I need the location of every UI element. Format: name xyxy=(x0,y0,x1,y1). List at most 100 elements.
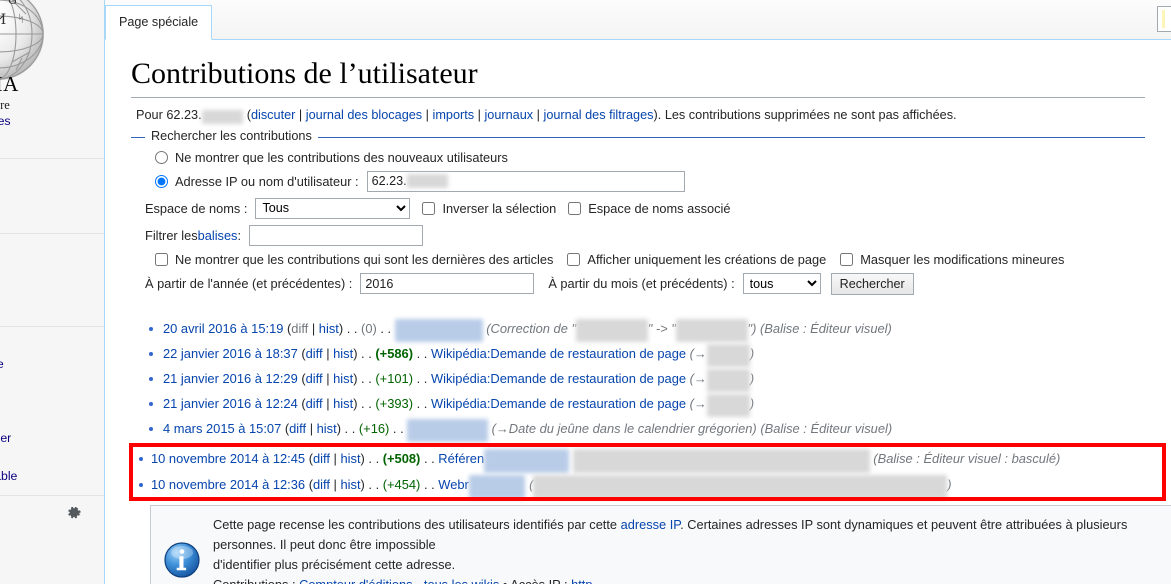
link-adresse-ip[interactable]: adresse IP xyxy=(621,517,681,532)
contribution-hist[interactable]: hist xyxy=(333,346,353,361)
label-ip-or-username: Adresse IP ou nom d'utilisateur : xyxy=(175,173,359,189)
info-line-1: Cette page recense les contributions des… xyxy=(213,515,1171,555)
sidebar-item-contributions-de[interactable]: butions de xyxy=(0,355,104,374)
contribution-title[interactable]: Wikipédia:Demande de restauration de pag… xyxy=(431,371,686,386)
contribution-comment-suffix: ") xyxy=(747,320,757,336)
contribution-size: (+508) xyxy=(382,451,421,466)
sidebar-item-contribuer[interactable]: er xyxy=(0,168,104,187)
contribution-size: (+586) xyxy=(375,345,414,361)
search-submit-button[interactable]: Rechercher xyxy=(830,272,914,295)
checkbox-only-page-creations[interactable] xyxy=(567,252,581,266)
label-tags-prefix: Filtrer les xyxy=(145,227,198,243)
contribution-section-redacted: Section xyxy=(706,393,750,417)
contribution-date[interactable]: 4 mars 2015 à 15:07 xyxy=(163,421,281,436)
link-discuter[interactable]: discuter xyxy=(251,108,295,122)
search-input[interactable] xyxy=(1157,6,1171,32)
label-namespace: Espace de noms : xyxy=(145,200,248,216)
sidebar-item-pages-speciales[interactable]: spéciales xyxy=(0,448,104,467)
contribution-diff[interactable]: diff xyxy=(306,346,323,361)
row-new-users: Ne montrer que les contributions des nou… xyxy=(145,150,1145,165)
contribution-hist[interactable]: hist xyxy=(333,371,353,386)
contribution-hist[interactable]: hist xyxy=(333,396,353,411)
link-balises[interactable]: balises xyxy=(198,228,238,243)
link-journal-des-filtrages[interactable]: journal des filtrages xyxy=(544,108,654,122)
contribution-comment-mid: " -> " xyxy=(647,320,676,336)
svg-text:G: G xyxy=(8,0,17,7)
sidebar-item-utilisateur[interactable]: ateur xyxy=(0,374,104,393)
sidebar-item-portails-thematiques[interactable]: hématiques xyxy=(0,112,104,131)
user-subline: Pour 62.23.xxx.xxx (discuter | journal d… xyxy=(136,107,957,124)
contribution-size: (+16) xyxy=(358,420,390,436)
contribution-diff[interactable]: diff xyxy=(306,371,323,386)
tab-page-speciale[interactable]: Page spéciale xyxy=(105,5,213,40)
sidebar-item-recentes[interactable]: es xyxy=(0,280,104,299)
row-namespace: Espace de noms : Tous Inverser la sélect… xyxy=(145,197,1145,219)
title-divider xyxy=(131,96,1145,98)
contribution-hist[interactable]: hist xyxy=(340,477,360,492)
radio-new-users[interactable] xyxy=(155,150,168,164)
contribution-diff[interactable]: diff xyxy=(306,396,323,411)
contribution-size: (+393) xyxy=(375,395,414,411)
checkbox-associated-namespace[interactable] xyxy=(568,201,582,215)
link-imports[interactable]: imports xyxy=(433,108,475,122)
contribution-date[interactable]: 21 janvier 2016 à 12:24 xyxy=(163,396,298,411)
contribution-diff[interactable]: diff xyxy=(289,421,306,436)
contribution-title[interactable]: Wikipédia:Demande de restauration de pag… xyxy=(431,396,686,411)
sidebar-group-communaute: unauté cations es un don xyxy=(0,232,104,318)
label-tags-suffix: : xyxy=(237,227,242,243)
contribution-diff[interactable]: diff xyxy=(313,451,330,466)
sidebar-item-journaux[interactable]: aux xyxy=(0,392,104,411)
wikipedia-globe-icon: W G И א ʔ ᛋ ∞ xyxy=(0,0,44,80)
contribution-hist[interactable]: hist xyxy=(317,421,337,436)
year-input[interactable] xyxy=(360,273,535,294)
sidebar-item-modifications[interactable]: cations xyxy=(0,262,104,281)
contribution-date[interactable]: 10 novembre 2014 à 12:36 xyxy=(151,477,305,492)
search-contributions-form: Rechercher les contributions Ne montrer … xyxy=(131,128,1145,303)
contribution-title-redacted: cement naturel xyxy=(484,449,570,473)
contribution-title[interactable]: Webr xyxy=(438,477,469,492)
link-journaux[interactable]: journaux xyxy=(484,108,533,122)
link-compteur-editions[interactable]: Compteur d'éditions xyxy=(299,577,412,584)
checkbox-only-latest[interactable] xyxy=(155,252,168,266)
sidebar-item-operations[interactable]: rations xyxy=(0,411,104,430)
radio-ip-or-username[interactable] xyxy=(155,174,168,188)
checkbox-hide-minor[interactable] xyxy=(840,252,854,266)
month-select[interactable]: tous xyxy=(742,273,821,294)
info-line-2: d'identifier plus précisément cette adre… xyxy=(213,557,456,572)
wikipedia-special-contributions-page: W G И א ʔ ᛋ ∞ IPÉDIA lopédie libre hémat… xyxy=(0,0,1171,584)
sidebar-logo[interactable]: W G И א ʔ ᛋ ∞ IPÉDIA lopédie libre xyxy=(0,0,104,112)
sidebar-item-communaute[interactable]: unauté xyxy=(0,243,104,262)
contribution-hist[interactable]: hist xyxy=(319,321,339,336)
contribution-tag: (Balise : Éditeur visuel) xyxy=(760,420,893,436)
highlighted-contribution-row: 10 novembre 2014 à 12:36 (diff | hist) .… xyxy=(138,473,1060,499)
contribution-diff[interactable]: diff xyxy=(313,477,330,492)
contribution-title[interactable]: Wikipédia:Demande de restauration de pag… xyxy=(431,346,686,361)
contribution-date[interactable]: 20 avril 2016 à 15:19 xyxy=(163,321,283,336)
contribution-date[interactable]: 22 janvier 2016 à 18:37 xyxy=(163,346,298,361)
tags-filter-input[interactable] xyxy=(249,224,424,246)
sidebar-item-wikipedia[interactable]: édia xyxy=(0,205,104,224)
link-journal-des-blocages[interactable]: journal des blocages xyxy=(306,108,422,122)
gear-icon[interactable] xyxy=(67,506,82,521)
sidebar-item-aider-sur[interactable]: er sur xyxy=(0,187,104,206)
contribution-date[interactable]: 21 janvier 2016 à 12:29 xyxy=(163,371,298,386)
contribution-date[interactable]: 10 novembre 2014 à 12:45 xyxy=(151,451,305,466)
sidebar-item-version-imprimable[interactable]: n imprimable xyxy=(0,467,104,486)
subline-suffix: . Les contributions supprimées ne sont p… xyxy=(657,107,957,122)
sidebar-item-importer-un-fichier[interactable]: er un fichier xyxy=(0,429,104,448)
ip-or-username-input[interactable]: 62.23.xxx.xxx xyxy=(366,170,685,192)
checkbox-invert-selection[interactable] xyxy=(422,201,436,215)
link-http[interactable]: http xyxy=(571,577,592,584)
label-month: À partir du mois (et précédents) : xyxy=(548,276,735,291)
contribution-row: 22 janvier 2016 à 18:37 (diff | hist) . … xyxy=(149,342,1171,367)
sidebar-item-lien-permanent[interactable]: m xyxy=(0,336,104,355)
sidebar-item-faire-un-don[interactable]: un don xyxy=(0,299,104,318)
highlighted-contributions-list: 10 novembre 2014 à 12:45 (diff | hist) .… xyxy=(133,447,1060,499)
contribution-title[interactable]: Référen xyxy=(438,451,484,466)
sidebar-item-article-au-hasard[interactable]: u hasard xyxy=(0,131,104,150)
link-tous-les-wikis[interactable]: tous les wikis xyxy=(424,577,499,584)
contribution-hist[interactable]: hist xyxy=(340,451,360,466)
contributions-list: 20 avril 2016 à 15:19 (diff | hist) . . … xyxy=(149,317,1171,442)
info-contributions-label: Contributions : xyxy=(213,577,296,584)
namespace-select[interactable]: Tous xyxy=(255,197,411,219)
